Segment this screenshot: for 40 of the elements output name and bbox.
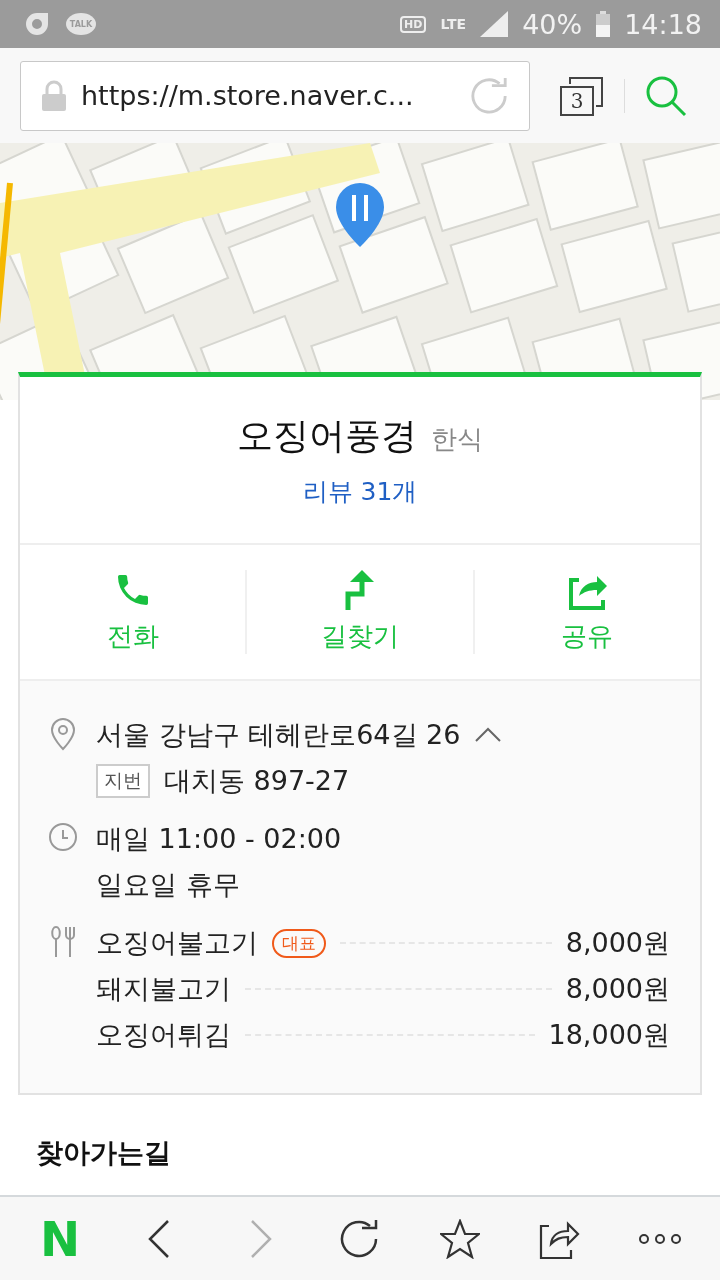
network-type: LTE — [440, 16, 467, 32]
lock-icon — [41, 79, 67, 112]
place-name: 오징어풍경 — [237, 414, 417, 458]
place-category: 한식 — [431, 423, 483, 456]
url-text: https://m.store.naver.c... — [81, 80, 415, 111]
lot-number-tag: 지번 — [96, 764, 150, 798]
action-button[interactable]: 길찾기 — [247, 570, 473, 654]
menu-item-price: 8,000원 — [565, 926, 670, 960]
menu-item-name: 오징어불고기 — [96, 926, 258, 960]
clock: 14:18 — [624, 8, 702, 40]
menu-item-price: 18,000원 — [548, 1018, 670, 1052]
utensils-icon — [48, 925, 78, 957]
battery-icon — [596, 11, 611, 37]
menu-item-price: 8,000원 — [565, 972, 670, 1006]
address-text: 서울 강남구 테헤란로64길 26 — [96, 718, 461, 752]
reviews-link[interactable]: 리뷰 31개 — [302, 475, 418, 508]
chat-app-icon: TALK — [66, 13, 96, 35]
reload-icon — [471, 76, 509, 115]
back-icon — [148, 1218, 172, 1259]
star-icon — [440, 1218, 480, 1259]
lot-address-text: 대치동 897-27 — [164, 764, 350, 798]
reload-icon — [340, 1218, 380, 1259]
clock-icon — [48, 821, 78, 853]
closed-day-text: 일요일 휴무 — [96, 868, 240, 902]
section-title: 찾아가는길 — [36, 1137, 171, 1168]
signal-icon — [480, 11, 509, 37]
action-button[interactable]: 전화 — [20, 570, 246, 654]
more-icon — [638, 1232, 682, 1245]
location-pin-icon — [48, 717, 78, 751]
search-icon — [645, 74, 687, 117]
forward-icon — [248, 1218, 272, 1259]
battery-level: 40% — [522, 8, 583, 40]
home-button[interactable]: N — [30, 1208, 90, 1269]
action-button[interactable]: 공유 — [474, 570, 700, 654]
menu-item-name: 오징어튀김 — [96, 1018, 231, 1052]
signature-badge: 대표 — [272, 928, 326, 958]
menu-item-name: 돼지불고기 — [96, 972, 231, 1006]
address-field[interactable]: https://m.store.naver.c... — [20, 60, 530, 131]
hd-voice-icon: HD — [400, 15, 427, 33]
hours-text: 매일 11:00 - 02:00 — [96, 822, 342, 856]
